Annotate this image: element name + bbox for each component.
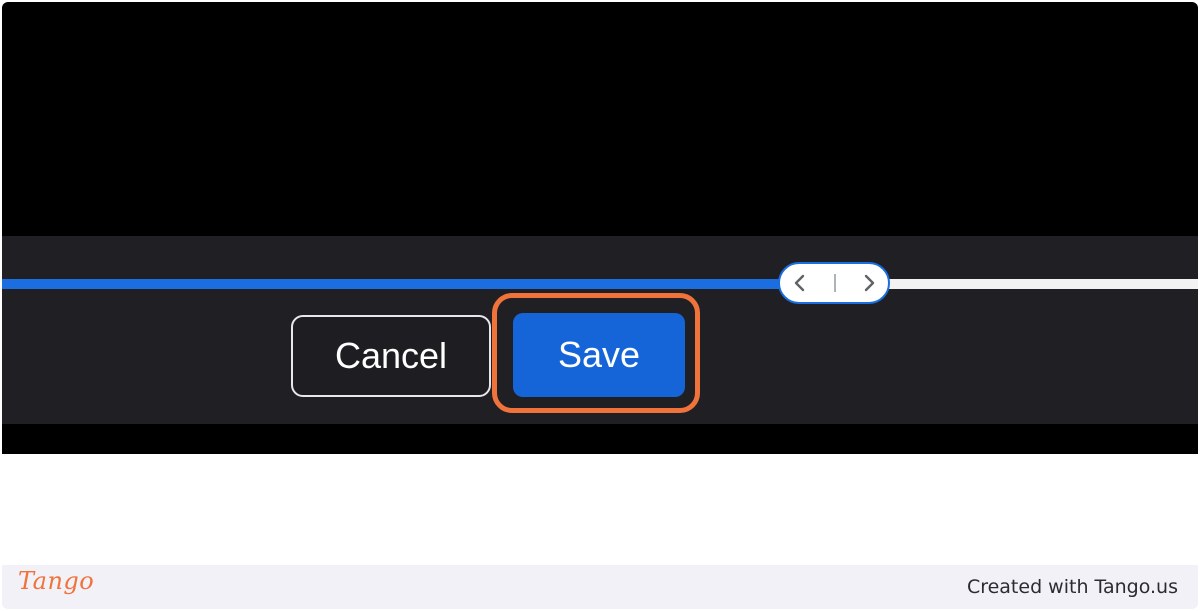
chevron-left-icon xyxy=(794,274,805,292)
tango-footer: Tango Created with Tango.us xyxy=(2,565,1198,609)
timeline-track[interactable] xyxy=(2,279,1198,289)
created-with-credit[interactable]: Created with Tango.us xyxy=(967,576,1178,598)
video-editor-toolbar: Cancel Save xyxy=(2,236,1198,424)
captured-screen: Cancel Save xyxy=(2,2,1198,454)
timeline-progress-bar xyxy=(2,279,792,289)
timeline-scrub-handle[interactable] xyxy=(778,262,890,304)
cancel-button[interactable]: Cancel xyxy=(291,315,491,397)
save-button[interactable]: Save xyxy=(513,313,685,397)
tango-step-frame: Cancel Save Tango Created with Tango.us xyxy=(2,2,1198,609)
chevron-right-icon xyxy=(864,274,875,292)
tango-logo[interactable]: Tango xyxy=(18,567,94,595)
